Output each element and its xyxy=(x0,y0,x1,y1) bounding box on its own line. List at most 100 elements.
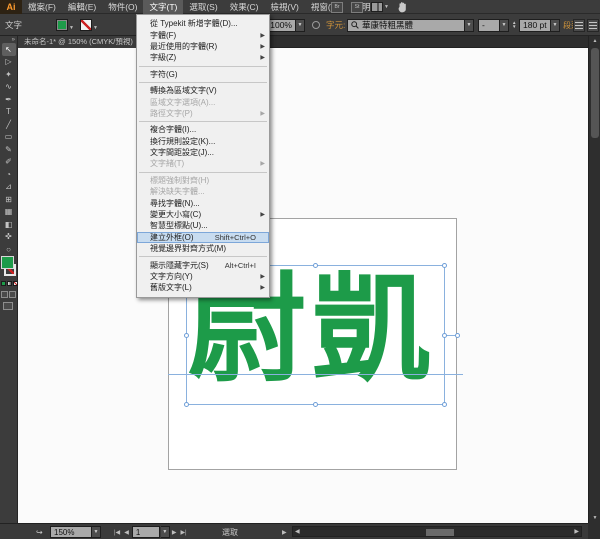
selection-handle[interactable] xyxy=(442,263,447,268)
scroll-left-icon[interactable]: ◀ xyxy=(293,528,302,535)
arrange-documents-button[interactable]: ▼ xyxy=(371,2,389,12)
font-style-control[interactable]: - ▼ xyxy=(478,14,509,36)
type-menu-item[interactable]: 字級(Z) ▶ xyxy=(137,52,269,63)
last-artboard-button[interactable]: ▶| xyxy=(178,529,188,536)
type-menu-item[interactable]: 解決缺失字體... ▶ xyxy=(137,186,269,197)
status-expand-icon[interactable]: ▶ xyxy=(280,524,289,539)
scroll-down-icon[interactable]: ▼ xyxy=(589,515,600,521)
tool-button[interactable]: ⊿ xyxy=(2,181,16,194)
tool-button[interactable]: T xyxy=(2,106,16,119)
selection-handle[interactable] xyxy=(442,402,447,407)
selection-handle[interactable] xyxy=(442,333,447,338)
font-style-field[interactable]: - xyxy=(478,19,500,32)
font-family-field[interactable]: 華康特粗黑體 xyxy=(347,19,465,32)
tool-button[interactable]: ✒ xyxy=(2,93,16,106)
tool-button[interactable]: ✦ xyxy=(2,68,16,81)
type-menu-item[interactable]: 文字間距設定(J)... ▶ xyxy=(137,147,269,158)
chevron-down-icon[interactable]: ▼ xyxy=(296,19,305,32)
selection-handle[interactable] xyxy=(184,333,189,338)
fill-color-box[interactable] xyxy=(1,256,14,269)
font-family-control[interactable]: 華康特粗黑體 ▼ xyxy=(347,14,474,36)
chevron-down-icon[interactable]: ▼ xyxy=(161,526,170,538)
tool-button[interactable]: ✐ xyxy=(2,156,16,169)
tool-button[interactable]: ↖ xyxy=(2,43,16,56)
color-button[interactable] xyxy=(1,281,6,286)
tool-button[interactable]: ▦ xyxy=(2,206,16,219)
touch-workspace-button[interactable] xyxy=(397,1,410,13)
type-menu-item[interactable]: 字符(G) ▶ xyxy=(137,69,269,80)
menubar-item[interactable]: 物件(O) xyxy=(102,0,143,14)
next-artboard-button[interactable]: ▶ xyxy=(170,529,179,536)
tool-button[interactable]: ✎ xyxy=(2,143,16,156)
type-menu-item[interactable]: 路徑文字(P) ▶ xyxy=(137,108,269,119)
type-menu-item[interactable]: 視覺邊界對齊方式(M) ▶ xyxy=(137,243,269,254)
selection-handle[interactable] xyxy=(313,263,318,268)
type-menu-item[interactable]: 最近使用的字體(R) ▶ xyxy=(137,41,269,52)
type-menu-item[interactable]: 顯示隱藏字元(S) Alt+Ctrl+I ▶ xyxy=(137,259,269,270)
type-menu-item[interactable]: 尋找字體(N)... ▶ xyxy=(137,197,269,208)
chevron-down-icon[interactable]: ▼ xyxy=(69,25,74,31)
type-menu-item[interactable]: 文字方向(Y) ▶ xyxy=(137,271,269,282)
tool-button[interactable]: ▷ xyxy=(2,56,16,69)
draw-behind-button[interactable] xyxy=(9,291,16,298)
type-menu-item[interactable]: 複合字體(I)... ▶ xyxy=(137,124,269,135)
zoom-field[interactable]: 150% xyxy=(50,526,92,538)
menubar-item[interactable]: 效果(C) xyxy=(224,0,265,14)
menubar-item[interactable]: 選取(S) xyxy=(183,0,223,14)
stepper-down-icon[interactable]: ▼ xyxy=(512,25,516,29)
type-menu-item[interactable]: 變更大小寫(C) ▶ xyxy=(137,209,269,220)
fill-color-control[interactable]: ▼ xyxy=(56,14,74,36)
stroke-swatch[interactable] xyxy=(80,19,92,31)
vertical-scrollbar[interactable]: ▲ ▼ xyxy=(588,36,600,523)
font-size-field[interactable]: 180 pt xyxy=(519,19,551,32)
bridge-button[interactable]: Br xyxy=(331,2,343,13)
reference-point-handle[interactable] xyxy=(455,333,460,338)
previous-artboard-button[interactable]: ◀ xyxy=(122,529,131,536)
chevron-down-icon[interactable]: ▼ xyxy=(92,526,101,538)
gradient-button[interactable] xyxy=(7,281,12,286)
tool-button[interactable]: ╱ xyxy=(2,118,16,131)
type-menu-item[interactable]: 標題強制對齊(H) ▶ xyxy=(137,175,269,186)
tool-button[interactable]: ◔ xyxy=(2,168,16,181)
first-artboard-button[interactable]: |◀ xyxy=(112,529,122,536)
horizontal-scroll-thumb[interactable] xyxy=(426,529,454,536)
type-menu-item[interactable]: 字體(F) ▶ xyxy=(137,29,269,40)
align-center-button[interactable] xyxy=(587,19,599,32)
tool-button[interactable]: ▭ xyxy=(2,131,16,144)
collapse-panel-icon[interactable]: » xyxy=(0,36,17,43)
type-menu-item[interactable]: 文字緒(T) ▶ xyxy=(137,158,269,169)
type-menu-item[interactable]: 智慧型標點(U)... ▶ xyxy=(137,220,269,231)
menubar-item[interactable]: 文字(T) xyxy=(143,0,183,14)
type-menu-item[interactable]: 區域文字選項(A)... ▶ xyxy=(137,96,269,107)
tool-button[interactable]: ✜ xyxy=(2,231,16,244)
font-size-control[interactable]: 180 pt ▼ xyxy=(519,14,560,36)
chevron-down-icon[interactable]: ▼ xyxy=(500,19,509,32)
menubar-item[interactable]: 檔案(F) xyxy=(22,0,62,14)
font-size-stepper[interactable]: ▲ ▼ xyxy=(512,14,516,36)
draw-normal-button[interactable] xyxy=(1,291,8,298)
zoom-control[interactable]: 150% ▼ xyxy=(50,524,101,539)
artboard-number-field[interactable]: 1 xyxy=(132,526,160,538)
type-menu-item[interactable]: 換行規則設定(K)... ▶ xyxy=(137,136,269,147)
chevron-down-icon[interactable]: ▼ xyxy=(465,19,474,32)
selection-handle[interactable] xyxy=(184,402,189,407)
style-button[interactable] xyxy=(312,14,320,36)
align-left-button[interactable] xyxy=(573,19,585,32)
selection-handle[interactable] xyxy=(313,402,318,407)
tool-button[interactable]: ◧ xyxy=(2,218,16,231)
stroke-color-control[interactable]: ▼ xyxy=(80,14,98,36)
tool-button[interactable]: ⊞ xyxy=(2,193,16,206)
horizontal-scrollbar[interactable]: ◀ ▶ xyxy=(292,526,582,537)
menubar-item[interactable]: 編輯(E) xyxy=(62,0,102,14)
canvas-area[interactable]: 尉凱 xyxy=(18,48,588,523)
type-menu-item[interactable]: 建立外框(O) Shift+Ctrl+O ▶ xyxy=(137,232,269,243)
screen-mode-button[interactable] xyxy=(3,302,13,310)
scroll-right-icon[interactable]: ▶ xyxy=(572,528,581,535)
tool-button[interactable]: ∿ xyxy=(2,81,16,94)
type-menu-item[interactable]: 舊版文字(L) ▶ xyxy=(137,282,269,293)
scroll-up-icon[interactable]: ▲ xyxy=(589,38,600,44)
fill-swatch[interactable] xyxy=(56,19,68,31)
chevron-down-icon[interactable]: ▼ xyxy=(93,25,98,31)
stock-button[interactable]: St xyxy=(351,2,363,13)
status-jump-icon[interactable]: ↪ xyxy=(36,524,43,539)
